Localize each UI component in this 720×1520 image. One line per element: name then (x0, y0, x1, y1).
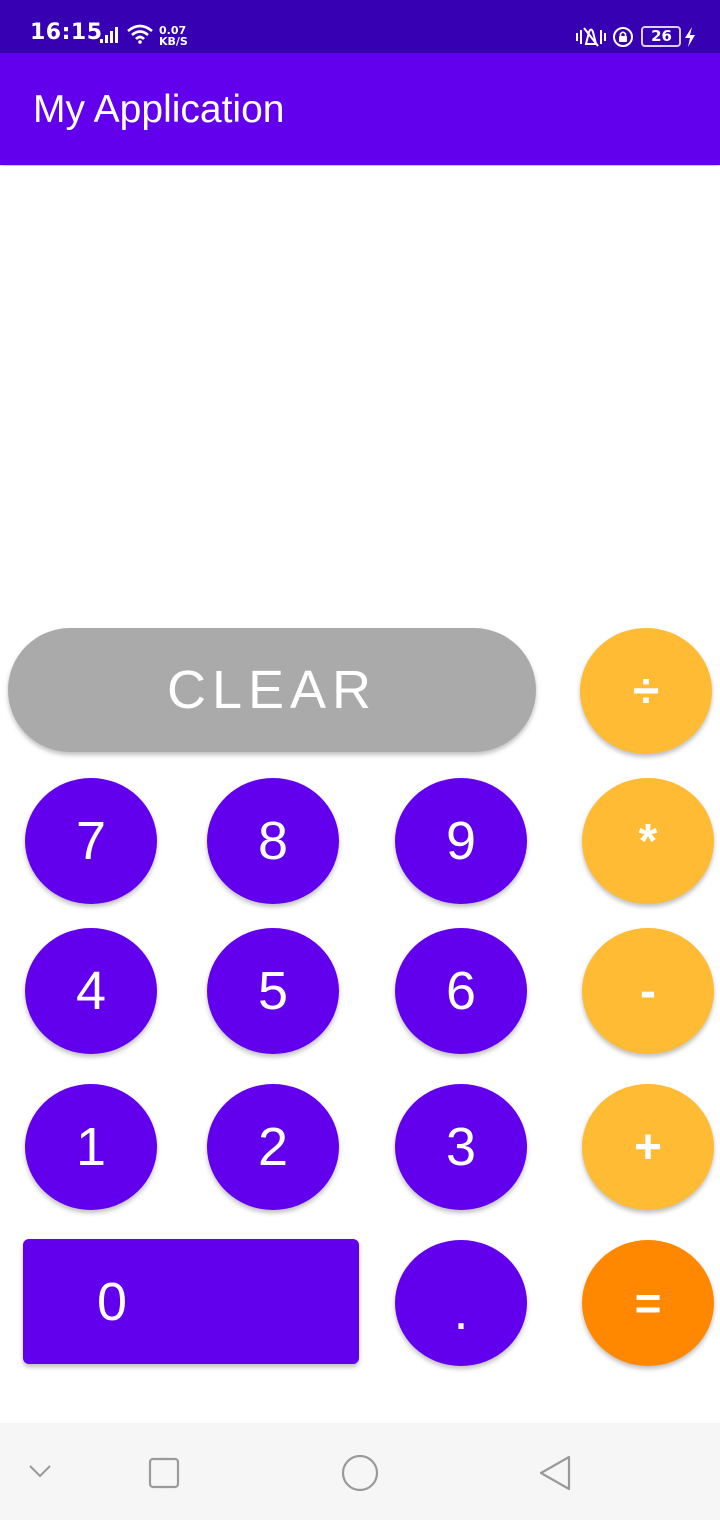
clear-button[interactable]: CLEAR (8, 628, 536, 752)
multiply-button[interactable]: * (582, 778, 714, 904)
divide-button[interactable]: ÷ (580, 628, 712, 754)
decimal-point-button[interactable]: . (395, 1240, 527, 1366)
network-speed: 0.07 KB/S (159, 24, 188, 48)
equals-button[interactable]: = (582, 1240, 714, 1366)
status-time: 16:15 (30, 20, 103, 45)
digit-3-button[interactable]: 3 (395, 1084, 527, 1210)
digit-8-button[interactable]: 8 (207, 778, 339, 904)
battery-icon: 26 (641, 26, 681, 47)
vibrate-icon (576, 27, 606, 47)
rotation-lock-icon (613, 27, 633, 47)
result-display (0, 166, 720, 616)
signal-icon (100, 27, 118, 43)
hide-keyboard-icon[interactable] (28, 1463, 52, 1479)
recents-icon[interactable] (148, 1457, 180, 1489)
add-button[interactable]: + (582, 1084, 714, 1210)
battery-level: 26 (651, 27, 672, 45)
digit-1-button[interactable]: 1 (25, 1084, 157, 1210)
subtract-button[interactable]: - (582, 928, 714, 1054)
status-bar: 16:15 0.07 KB/S 26 (0, 0, 720, 53)
app-title: My Application (33, 88, 285, 131)
wifi-icon (127, 24, 153, 44)
back-icon[interactable] (538, 1454, 572, 1492)
digit-9-button[interactable]: 9 (395, 778, 527, 904)
home-icon[interactable] (340, 1453, 380, 1493)
digit-4-button[interactable]: 4 (25, 928, 157, 1054)
digit-6-button[interactable]: 6 (395, 928, 527, 1054)
charging-icon (685, 27, 695, 47)
app-bar: My Application (0, 53, 720, 165)
digit-7-button[interactable]: 7 (25, 778, 157, 904)
digit-2-button[interactable]: 2 (207, 1084, 339, 1210)
digit-0-button[interactable]: 0 (23, 1239, 359, 1364)
digit-5-button[interactable]: 5 (207, 928, 339, 1054)
navigation-bar (0, 1423, 720, 1520)
